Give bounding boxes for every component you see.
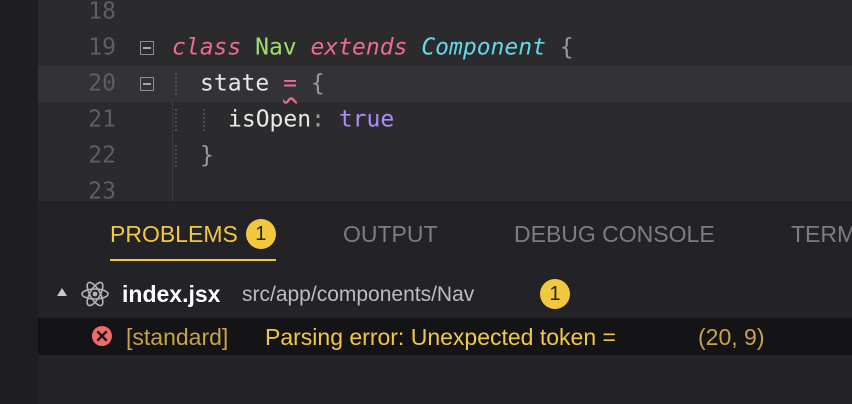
code-line-18: 18 <box>38 0 852 30</box>
problem-source: [standard] <box>126 324 229 350</box>
fold-toggle-icon[interactable] <box>140 41 154 55</box>
code-line-19: 19 class Nav extends Component { <box>38 30 852 66</box>
file-name: index.jsx <box>122 281 221 307</box>
code-text: isOpen: true <box>228 106 395 133</box>
tab-label: PROBLEMS <box>110 221 238 247</box>
tab-problems[interactable]: PROBLEMS 1 <box>110 201 276 261</box>
collapse-triangle-icon[interactable] <box>57 288 67 296</box>
open-brace: { <box>559 34 574 61</box>
code-text: state = { <box>200 70 325 97</box>
activity-bar <box>0 0 38 404</box>
line-number: 23 <box>88 178 116 201</box>
tab-terminal[interactable]: TERM <box>791 201 852 259</box>
code-editor[interactable]: 18 19 class Nav extends Component { 20 s… <box>38 0 852 201</box>
line-number: 22 <box>88 142 116 169</box>
tab-debug-console[interactable]: DEBUG CONSOLE <box>514 201 715 259</box>
react-icon <box>81 281 109 307</box>
keyword-extends: extends <box>310 34 408 61</box>
problem-message: Parsing error: Unexpected token = <box>265 324 616 350</box>
boolean-value: true <box>338 106 395 133</box>
keyword-class: class <box>172 34 242 61</box>
bottom-panel: PROBLEMS 1 OUTPUT DEBUG CONSOLE TERM inde… <box>38 201 852 404</box>
error-icon <box>92 326 112 346</box>
indent-guide <box>203 109 205 131</box>
indent-guide <box>175 73 177 95</box>
problems-count-badge: 1 <box>245 218 276 249</box>
tab-label: DEBUG CONSOLE <box>514 221 715 247</box>
panel-tabs: PROBLEMS 1 OUTPUT DEBUG CONSOLE TERM <box>38 201 852 263</box>
code-line-21: 21 isOpen: true <box>38 102 852 138</box>
line-number: 20 <box>88 70 116 97</box>
code-line-20: 20 state = { <box>38 66 852 102</box>
error-token: = <box>283 70 297 97</box>
colon: : <box>311 106 325 133</box>
problem-item[interactable]: [standard] Parsing error: Unexpected tok… <box>38 318 852 355</box>
property-name: state <box>200 70 270 97</box>
problem-file-group[interactable]: index.jsx src/app/components/Nav 1 <box>38 277 852 311</box>
fold-toggle-icon[interactable] <box>140 77 154 91</box>
file-problem-count-badge: 1 <box>540 279 570 309</box>
open-brace: { <box>310 70 325 97</box>
problem-location: (20, 9) <box>698 324 765 350</box>
file-path: src/app/components/Nav <box>242 283 475 306</box>
line-number: 21 <box>88 106 116 133</box>
code-line-23: 23 <box>38 174 852 201</box>
base-class-name: Component <box>421 34 546 61</box>
code-line-22: 22 } <box>38 138 852 174</box>
line-number: 19 <box>88 34 116 61</box>
close-brace: } <box>200 142 214 169</box>
code-text: } <box>200 142 214 169</box>
class-name: Nav <box>255 34 297 61</box>
code-text: class Nav extends Component { <box>172 34 574 61</box>
object-key: isOpen <box>228 106 312 133</box>
line-number: 18 <box>88 0 116 25</box>
tab-label: TERM <box>791 221 852 247</box>
tab-label: OUTPUT <box>343 221 438 247</box>
indent-guide <box>175 145 177 167</box>
indent-guide <box>175 109 177 131</box>
tab-output[interactable]: OUTPUT <box>343 201 438 259</box>
